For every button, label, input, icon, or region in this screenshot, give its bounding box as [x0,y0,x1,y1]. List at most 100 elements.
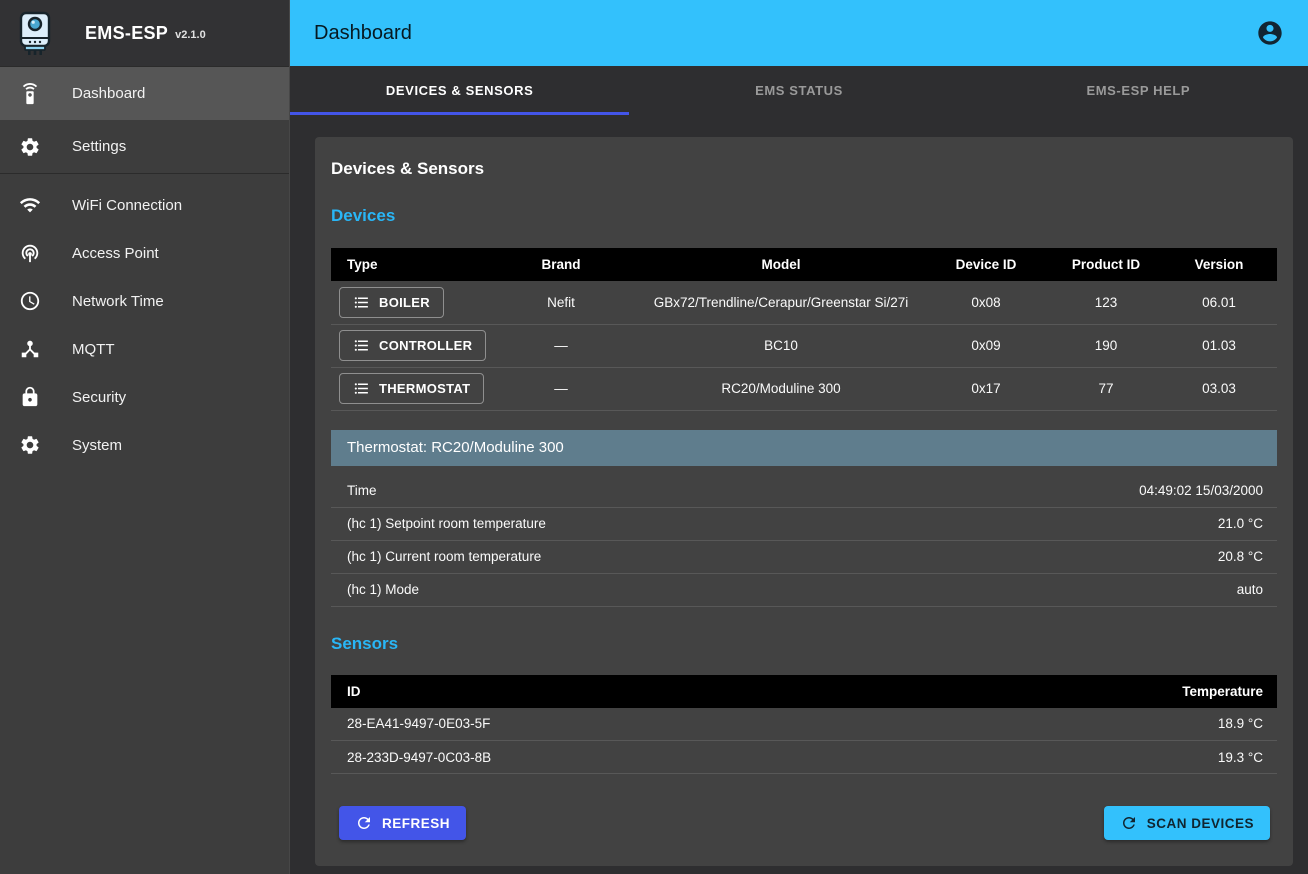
device-detail-list: Time 04:49:02 15/03/2000 (hc 1) Setpoint… [331,466,1277,607]
sidebar-secondary-group: WiFi Connection Access Point Network Tim… [0,174,289,469]
ems-esp-app: EMS-ESP v2.1.0 Dashboard Settings [0,0,1308,874]
device-brand: — [481,324,641,367]
app-title: EMS-ESP [85,23,168,44]
device-id: 0x17 [921,367,1051,410]
clock-icon [19,290,41,312]
device-version: 06.01 [1161,281,1277,324]
tab-ems-status[interactable]: EMS STATUS [629,66,968,115]
sidebar-item-label: Access Point [72,245,159,262]
sidebar-item-wifi-connection[interactable]: WiFi Connection [0,181,289,229]
sidebar-item-mqtt[interactable]: MQTT [0,325,289,373]
sensor-id: 28-EA41-9497-0E03-5F [331,708,1031,741]
table-row: BOILER Nefit GBx72/Trendline/Cerapur/Gre… [331,281,1277,324]
column-header: Model [641,248,921,281]
list-item: (hc 1) Mode auto [331,574,1277,607]
controller-device-button[interactable]: CONTROLLER [339,330,486,361]
list-item: (hc 1) Current room temperature 20.8 °C [331,541,1277,574]
column-header: Product ID [1051,248,1161,281]
sensors-table: ID Temperature 28-EA41-9497-0E03-5F 18.9… [331,675,1277,775]
tab-ems-esp-help[interactable]: EMS-ESP HELP [969,66,1308,115]
sensors-table-header: ID Temperature [331,675,1277,708]
device-brand: — [481,367,641,410]
table-row: 28-EA41-9497-0E03-5F 18.9 °C [331,708,1277,741]
page-title: Dashboard [314,22,412,45]
device-type-label: THERMOSTAT [379,381,470,396]
scan-devices-button[interactable]: SCAN DEVICES [1104,806,1270,840]
column-header: Brand [481,248,641,281]
devices-heading: Devices [331,206,1277,226]
column-header: ID [331,675,1031,708]
device-version: 03.03 [1161,367,1277,410]
sidebar-item-label: Dashboard [72,85,145,102]
sidebar-item-label: MQTT [72,341,115,358]
sidebar-item-label: System [72,437,122,454]
detail-value: 20.8 °C [1218,549,1263,564]
sidebar-item-access-point[interactable]: Access Point [0,229,289,277]
list-item: Time 04:49:02 15/03/2000 [331,475,1277,508]
refresh-icon [1120,814,1138,832]
sidebar-item-settings[interactable]: Settings [0,120,289,173]
refresh-button[interactable]: REFRESH [339,806,466,840]
device-model: GBx72/Trendline/Cerapur/Greenstar Si/27i [641,281,921,324]
device-hub-icon [19,338,41,360]
device-model: RC20/Moduline 300 [641,367,921,410]
sidebar-item-label: Network Time [72,293,164,310]
product-id: 190 [1051,324,1161,367]
app-version: v2.1.0 [175,29,206,41]
devices-table: Type Brand Model Device ID Product ID Ve… [331,248,1277,411]
devices-table-header: Type Brand Model Device ID Product ID Ve… [331,248,1277,281]
sidebar-item-label: Settings [72,138,126,155]
device-model: BC10 [641,324,921,367]
device-type-label: CONTROLLER [379,338,472,353]
list-icon [353,294,370,311]
refresh-button-label: REFRESH [382,816,450,831]
detail-label: (hc 1) Setpoint room temperature [347,516,546,531]
sidebar-item-dashboard[interactable]: Dashboard [0,67,289,120]
app-bar: Dashboard [290,0,1308,66]
boiler-device-button[interactable]: BOILER [339,287,444,318]
tab-label: EMS-ESP HELP [1086,83,1190,98]
product-id: 123 [1051,281,1161,324]
device-id: 0x09 [921,324,1051,367]
devices-sensors-card: Devices & Sensors Devices Type Brand Mod… [315,137,1293,866]
tab-label: DEVICES & SENSORS [386,83,533,98]
list-icon [353,337,370,354]
column-header: Version [1161,248,1277,281]
sensors-heading: Sensors [331,634,1277,654]
boiler-logo-icon [14,10,56,56]
device-version: 01.03 [1161,324,1277,367]
wifi-tethering-icon [19,242,41,264]
app-header: EMS-ESP v2.1.0 [0,0,289,66]
tab-label: EMS STATUS [755,83,843,98]
table-row: CONTROLLER — BC10 0x09 190 01.03 [331,324,1277,367]
sensor-id: 28-233D-9497-0C03-8B [331,741,1031,774]
device-type-label: BOILER [379,295,430,310]
device-brand: Nefit [481,281,641,324]
sidebar-item-system[interactable]: System [0,421,289,469]
tab-devices-sensors[interactable]: DEVICES & SENSORS [290,66,629,115]
list-item: (hc 1) Setpoint room temperature 21.0 °C [331,508,1277,541]
table-row: THERMOSTAT — RC20/Moduline 300 0x17 77 0… [331,367,1277,410]
sidebar-item-network-time[interactable]: Network Time [0,277,289,325]
detail-label: Time [347,483,377,498]
refresh-icon [355,814,373,832]
sidebar-item-label: WiFi Connection [72,197,182,214]
gear-icon [19,434,41,456]
actions-row: REFRESH SCAN DEVICES [331,806,1277,840]
main-content: Devices & Sensors Devices Type Brand Mod… [290,115,1308,874]
detail-value: 21.0 °C [1218,516,1263,531]
column-header: Device ID [921,248,1051,281]
sidebar-item-security[interactable]: Security [0,373,289,421]
sidebar-item-label: Security [72,389,126,406]
detail-label: (hc 1) Mode [347,582,419,597]
gear-icon [19,136,41,158]
device-detail-header: Thermostat: RC20/Moduline 300 [331,430,1277,466]
sidebar-primary-group: Dashboard Settings [0,67,289,173]
thermostat-device-button[interactable]: THERMOSTAT [339,373,484,404]
tab-bar: DEVICES & SENSORS EMS STATUS EMS-ESP HEL… [290,66,1308,115]
wifi-icon [19,194,41,216]
table-row: 28-233D-9497-0C03-8B 19.3 °C [331,741,1277,774]
account-circle-icon[interactable] [1256,19,1284,47]
scan-devices-button-label: SCAN DEVICES [1147,816,1254,831]
product-id: 77 [1051,367,1161,410]
